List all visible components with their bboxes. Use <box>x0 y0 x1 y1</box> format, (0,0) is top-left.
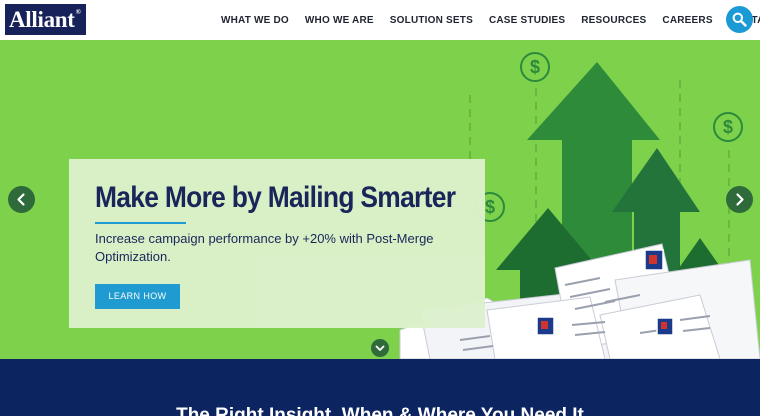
hero-slider: $ $ $ Make More by Mailing Smarter Incre… <box>0 40 760 359</box>
search-icon <box>732 12 747 27</box>
next-slide-button[interactable] <box>726 186 753 213</box>
insight-section: The Right Insight, When & Where You Need… <box>0 359 760 416</box>
chevron-left-icon <box>17 193 25 206</box>
search-button[interactable] <box>726 6 753 33</box>
nav-careers[interactable]: CAREERS <box>662 15 712 26</box>
nav-who-we-are[interactable]: WHO WE ARE <box>305 15 374 26</box>
prev-slide-button[interactable] <box>8 186 35 213</box>
scroll-down-button[interactable] <box>371 339 389 357</box>
title-underline <box>95 222 186 224</box>
chevron-down-icon <box>375 345 385 351</box>
nav-resources[interactable]: RESOURCES <box>581 15 646 26</box>
learn-how-button[interactable]: LEARN HOW <box>95 284 180 309</box>
nav-solution-sets[interactable]: SOLUTION SETS <box>390 15 473 26</box>
svg-text:$: $ <box>723 117 733 137</box>
hero-title: Make More by Mailing Smarter <box>95 181 456 214</box>
site-header: Alliant® WHAT WE DO WHO WE ARE SOLUTION … <box>0 0 760 40</box>
hero-card: Make More by Mailing Smarter Increase ca… <box>69 159 485 328</box>
section-heading: The Right Insight, When & Where You Need… <box>176 405 584 416</box>
nav-what-we-do[interactable]: WHAT WE DO <box>221 15 289 26</box>
chevron-right-icon <box>736 193 744 206</box>
hero-subtitle: Increase campaign performance by +20% wi… <box>95 231 434 264</box>
nav-case-studies[interactable]: CASE STUDIES <box>489 15 565 26</box>
alliant-logo[interactable]: Alliant® <box>5 4 86 35</box>
svg-text:$: $ <box>485 197 495 217</box>
main-nav: WHAT WE DO WHO WE ARE SOLUTION SETS CASE… <box>213 0 760 40</box>
logo-text: Alliant <box>9 7 75 32</box>
registered-mark: ® <box>75 8 81 16</box>
svg-text:$: $ <box>530 57 540 77</box>
